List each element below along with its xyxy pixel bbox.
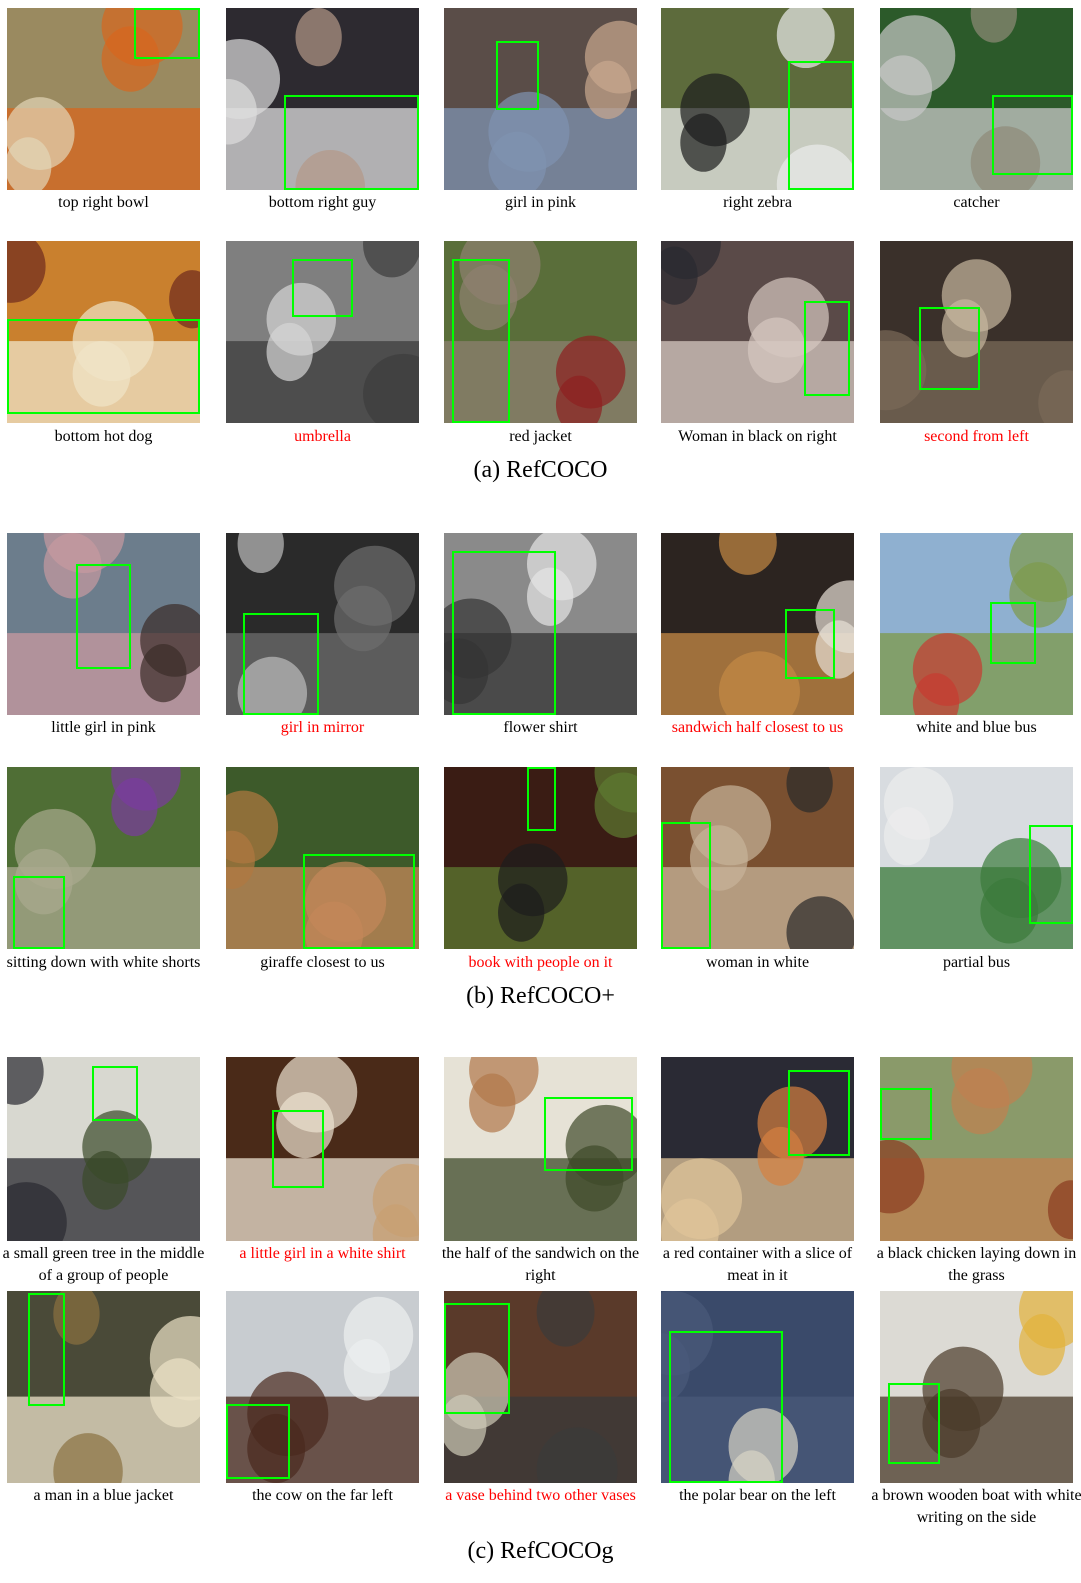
- example-image: [444, 533, 637, 715]
- example-image: [661, 241, 854, 423]
- example-image: [661, 1291, 854, 1483]
- example-image: [7, 1057, 200, 1241]
- example-image: [444, 767, 637, 949]
- caption: umbrella: [294, 428, 351, 445]
- bounding-box: [526, 767, 556, 831]
- example-image: [226, 1057, 419, 1241]
- example-image: [661, 8, 854, 190]
- bounding-box: [451, 259, 510, 423]
- bounding-box: [661, 821, 712, 949]
- example-image: [444, 8, 637, 190]
- caption: white and blue bus: [916, 719, 1037, 736]
- caption: book with people on it: [468, 954, 613, 971]
- bounding-box: [91, 1066, 139, 1122]
- bounding-box: [788, 60, 854, 190]
- caption: catcher: [953, 194, 1000, 211]
- example-image: [661, 767, 854, 949]
- bounding-box: [918, 306, 981, 391]
- example-image: [226, 533, 419, 715]
- caption: a small green tree in the middle of a gr…: [2, 1245, 205, 1284]
- bounding-box: [991, 95, 1073, 176]
- bounding-box: [1028, 825, 1073, 924]
- example-image: [880, 1291, 1073, 1483]
- example-image: [880, 241, 1073, 423]
- bounding-box: [880, 1088, 933, 1140]
- caption: a black chicken laying down in the grass: [876, 1245, 1077, 1284]
- caption: bottom right guy: [268, 194, 377, 211]
- bounding-box: [990, 602, 1037, 665]
- caption: Woman in black on right: [678, 428, 837, 445]
- example-image: [226, 1291, 419, 1483]
- caption: the half of the sandwich on the right: [441, 1245, 640, 1284]
- section-title: (c) RefCOCOg: [467, 1538, 614, 1564]
- caption: right zebra: [723, 194, 792, 211]
- bounding-box: [303, 854, 416, 949]
- example-image: [444, 241, 637, 423]
- bounding-box: [887, 1383, 940, 1464]
- caption: bottom hot dog: [54, 428, 153, 445]
- caption: red jacket: [509, 428, 572, 445]
- section-title: (b) RefCOCO+: [466, 983, 615, 1009]
- caption: girl in mirror: [280, 719, 365, 736]
- bounding-box: [7, 319, 200, 414]
- caption: woman in white: [705, 954, 810, 971]
- bounding-box: [788, 1069, 851, 1157]
- bounding-box: [444, 1302, 510, 1414]
- bounding-box: [803, 301, 851, 396]
- bounding-box: [134, 8, 200, 59]
- bounding-box: [544, 1097, 634, 1172]
- bounding-box: [76, 563, 131, 670]
- photo: [880, 533, 1073, 715]
- example-image: [226, 767, 419, 949]
- bounding-box: [283, 95, 419, 190]
- example-image: [226, 8, 419, 190]
- example-image: [444, 1291, 637, 1483]
- example-image: [226, 241, 419, 423]
- example-image: [7, 8, 200, 190]
- caption: flower shirt: [503, 719, 578, 736]
- bounding-box: [784, 609, 835, 679]
- caption: a red container with a slice of meat in …: [662, 1245, 853, 1284]
- example-image: [7, 767, 200, 949]
- bounding-box: [496, 40, 539, 110]
- caption: a little girl in a white shirt: [239, 1245, 406, 1262]
- caption: partial bus: [942, 954, 1011, 971]
- example-image: [880, 767, 1073, 949]
- photo: [880, 1057, 1073, 1241]
- caption: girl in pink: [504, 194, 577, 211]
- example-image: [880, 1057, 1073, 1241]
- example-image: [661, 1057, 854, 1241]
- section-title: (a) RefCOCO: [473, 457, 608, 483]
- caption: sitting down with white shorts: [6, 954, 201, 971]
- example-image: [7, 533, 200, 715]
- example-image: [661, 533, 854, 715]
- caption: sandwich half closest to us: [671, 719, 844, 736]
- caption: the polar bear on the left: [679, 1487, 836, 1504]
- caption: a brown wooden boat with white writing o…: [871, 1487, 1081, 1526]
- caption: little girl in pink: [51, 719, 156, 736]
- bounding-box: [272, 1110, 325, 1188]
- example-image: [880, 8, 1073, 190]
- bounding-box: [243, 613, 319, 715]
- bounding-box: [451, 551, 556, 715]
- caption: a vase behind two other vases: [445, 1487, 636, 1504]
- photo: [444, 8, 637, 190]
- bounding-box: [668, 1331, 783, 1483]
- bounding-box: [291, 259, 354, 318]
- caption: giraffe closest to us: [260, 954, 385, 971]
- example-image: [444, 1057, 637, 1241]
- bounding-box: [12, 876, 65, 949]
- example-image: [7, 1291, 200, 1483]
- bounding-box: [226, 1404, 290, 1480]
- caption: a man in a blue jacket: [33, 1487, 174, 1504]
- caption: second from left: [924, 428, 1029, 445]
- example-image: [880, 533, 1073, 715]
- example-image: [7, 241, 200, 423]
- caption: the cow on the far left: [252, 1487, 393, 1504]
- caption: top right bowl: [58, 194, 149, 211]
- bounding-box: [28, 1292, 65, 1407]
